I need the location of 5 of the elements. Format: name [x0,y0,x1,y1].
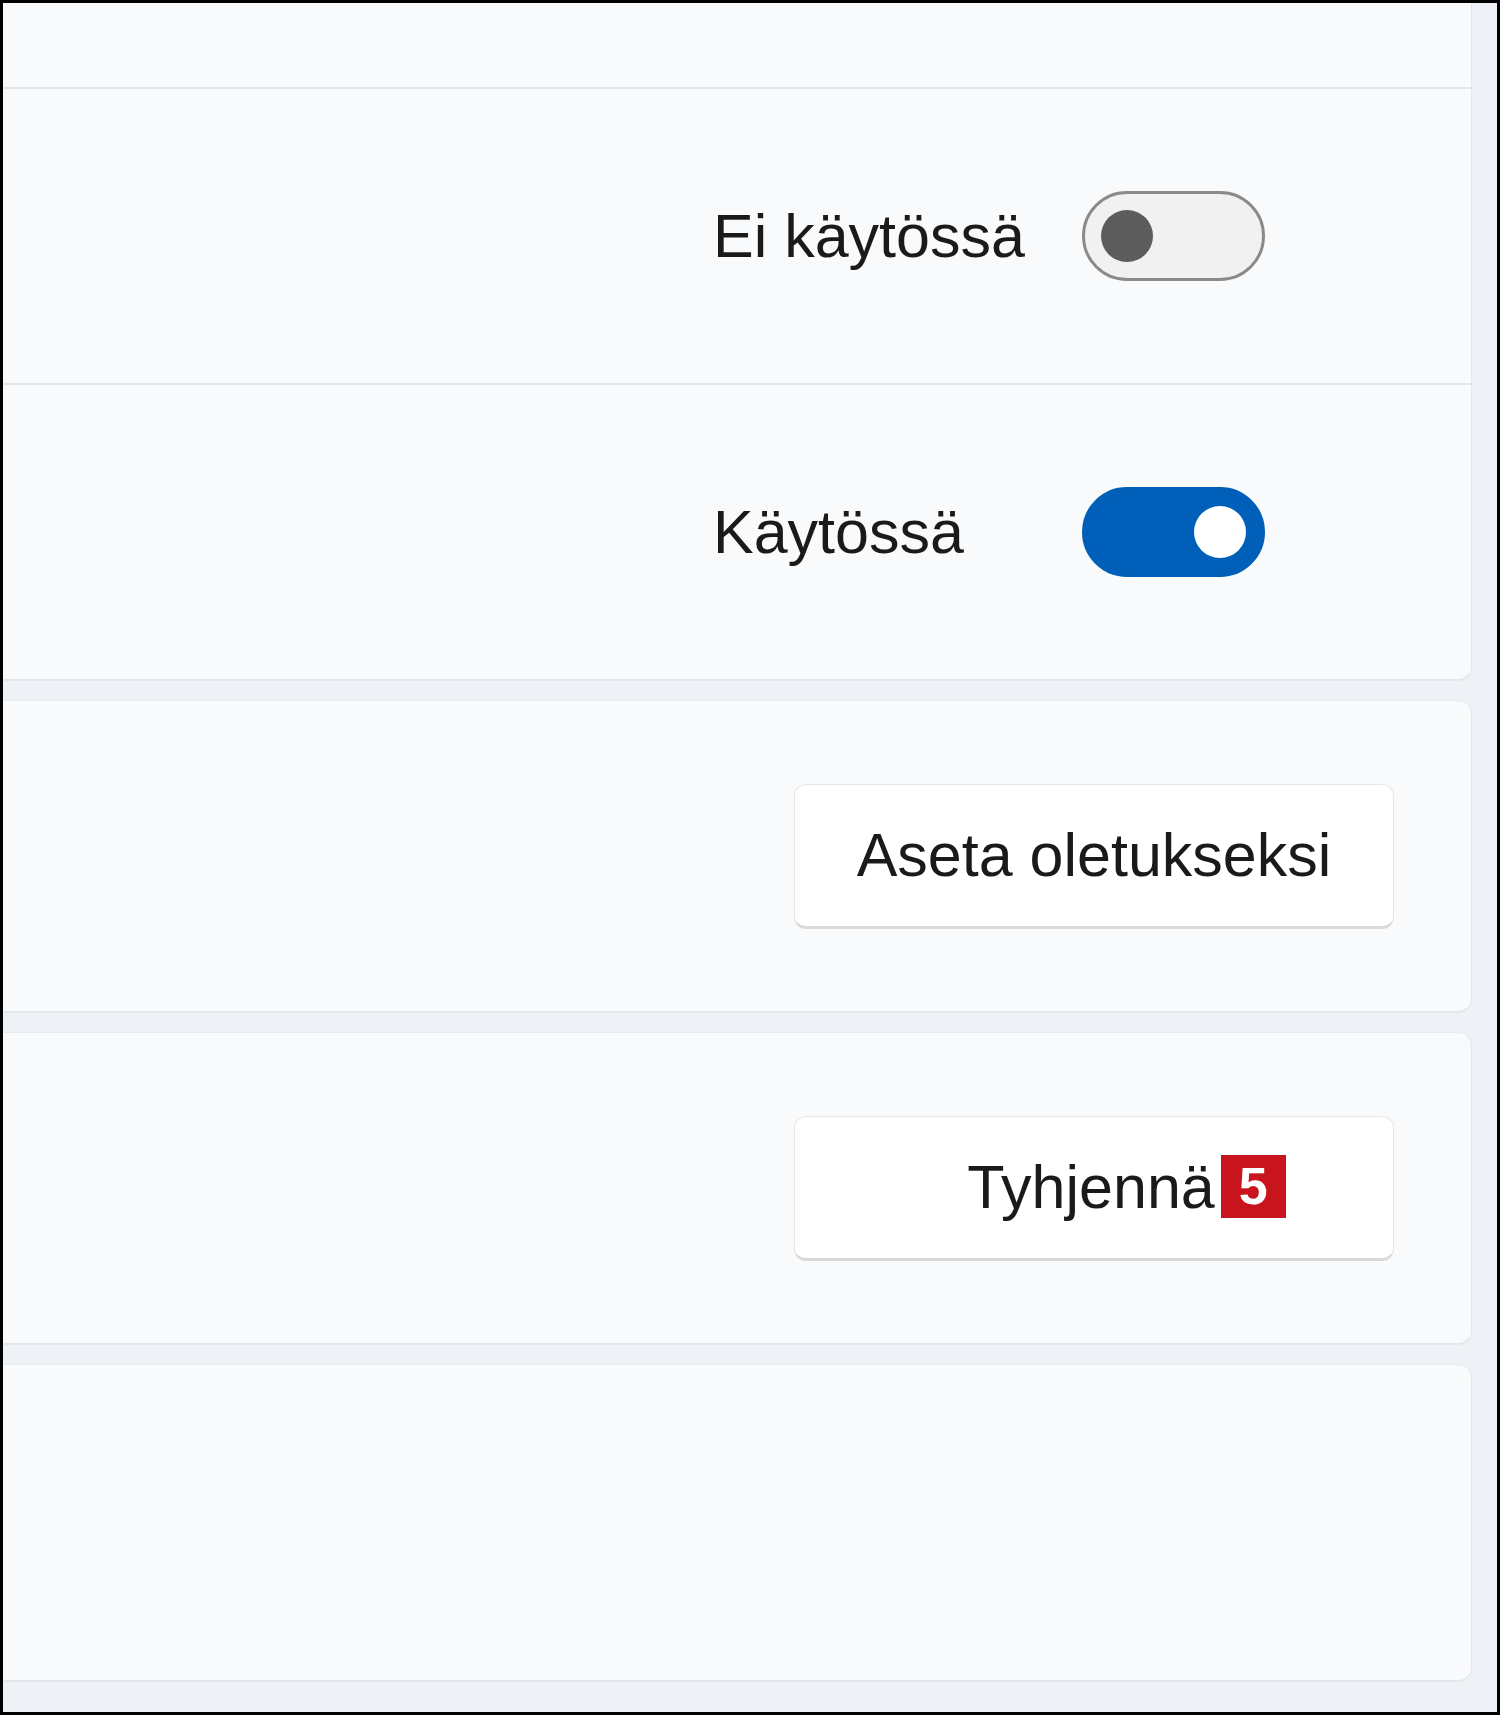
toggle-state-label: Käytössä [713,497,965,568]
count-badge: 5 [1220,1155,1286,1218]
action-button[interactable]: Aseta oletukseksi [794,783,1394,929]
action-button[interactable]: Tyhjennä 5 [794,1115,1394,1261]
toggle-state-label: Ei käytössä [713,201,1026,272]
